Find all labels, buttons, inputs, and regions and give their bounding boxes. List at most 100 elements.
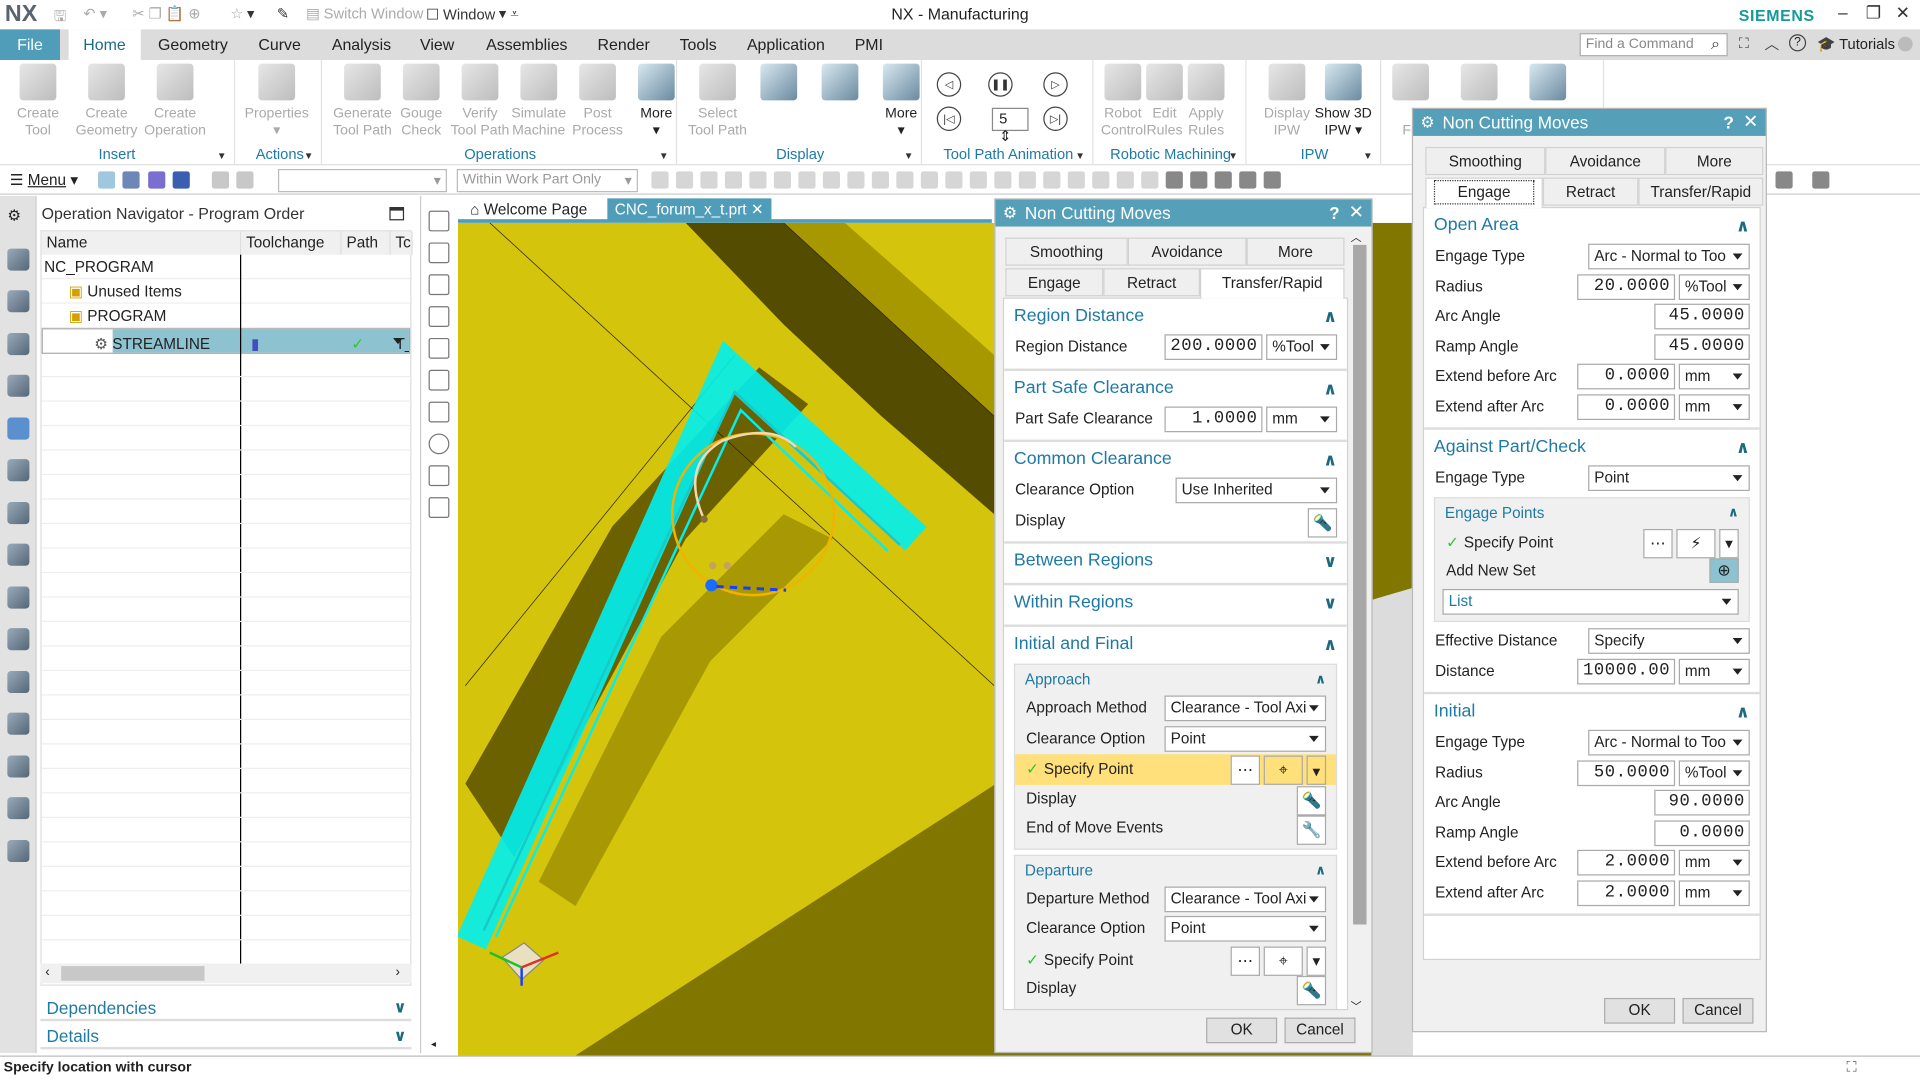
- tab-home[interactable]: Home: [68, 29, 141, 61]
- flashlight-button[interactable]: 🔦: [1296, 785, 1327, 815]
- last-frame-icon[interactable]: ▷|: [1043, 106, 1068, 132]
- chevron-up-icon[interactable]: ∧: [1323, 299, 1337, 333]
- extend-before-arc-unit-dropdown[interactable]: mm: [1678, 363, 1750, 390]
- snap-filter-icon[interactable]: [651, 171, 669, 189]
- crosshair-button[interactable]: ⌖: [1263, 945, 1303, 976]
- tab-curve[interactable]: Curve: [244, 29, 316, 60]
- snap-filter-icon[interactable]: [994, 171, 1012, 189]
- snap-filter-icon[interactable]: [1239, 171, 1257, 189]
- help-icon[interactable]: ?: [1329, 200, 1339, 227]
- tab-view[interactable]: View: [405, 29, 469, 60]
- post-process-button[interactable]: Post Process: [564, 63, 630, 140]
- animation-speed-spinner[interactable]: 5 ⇕: [991, 107, 1029, 144]
- cancel-button[interactable]: Cancel: [1284, 1017, 1356, 1044]
- snap-filter-icon[interactable]: [871, 171, 889, 189]
- scroll-left-icon[interactable]: ‹: [45, 965, 49, 980]
- extend-after-arc-unit-dropdown[interactable]: mm: [1678, 879, 1750, 906]
- create-operation-button[interactable]: Create Operation: [142, 63, 208, 140]
- arc-angle-input[interactable]: 90.0000: [1654, 789, 1750, 816]
- maximize-navigator-icon[interactable]: [389, 206, 405, 221]
- snap-filter-icon[interactable]: [773, 171, 792, 189]
- assembly-navigator-icon[interactable]: [7, 247, 30, 271]
- create-icon[interactable]: [428, 242, 450, 264]
- tab-engage[interactable]: Engage: [1005, 268, 1104, 297]
- export-icon[interactable]: [428, 337, 450, 359]
- scroll-thumb[interactable]: [1353, 244, 1367, 925]
- radius-input[interactable]: 20.0000: [1577, 273, 1676, 300]
- tab-avoidance[interactable]: Avoidance: [1545, 146, 1666, 176]
- reuse-library-icon[interactable]: [7, 543, 30, 566]
- chevron-down-icon[interactable]: ∨: [1323, 585, 1337, 619]
- table-row[interactable]: ⚙ STREAMLINE ✓ ▮ T_: [41, 328, 411, 354]
- dots-button[interactable]: ⋯: [1230, 945, 1261, 976]
- snap-filter-icon[interactable]: [749, 171, 767, 189]
- chevron-up-icon[interactable]: ∧: [1323, 442, 1337, 476]
- engage-type-dropdown[interactable]: Arc - Normal to Too: [1588, 729, 1750, 756]
- show-3d-ipw-button[interactable]: Show 3D IPW ▾: [1310, 63, 1376, 140]
- machine-tool-icon[interactable]: [428, 210, 450, 232]
- group-dropdown-icon[interactable]: ▼: [1075, 151, 1085, 162]
- open-area-header[interactable]: Open Area ∧: [1424, 208, 1760, 242]
- part-safe-clearance-input[interactable]: 1.0000: [1164, 405, 1263, 432]
- tab-part-file[interactable]: CNC_forum_x_t.prt ✕: [607, 198, 772, 221]
- collapse-left-icon[interactable]: ◂: [431, 1038, 436, 1049]
- ramp-angle-input[interactable]: 45.0000: [1654, 333, 1750, 360]
- tool-icon[interactable]: [428, 401, 450, 423]
- snap-filter-icon[interactable]: [1263, 171, 1281, 189]
- radius-unit-dropdown[interactable]: %Tool: [1678, 273, 1750, 300]
- table-row[interactable]: ▣ PROGRAM: [41, 304, 411, 329]
- chevron-up-icon[interactable]: ∧: [1323, 370, 1337, 404]
- chevron-up-icon[interactable]: ∧: [1315, 855, 1326, 884]
- tool-icon-2[interactable]: [236, 171, 254, 189]
- machining-method-view-icon[interactable]: [172, 171, 190, 189]
- scroll-thumb[interactable]: [61, 966, 205, 981]
- snap-filter-icon[interactable]: [1043, 171, 1061, 189]
- point-options-dropdown[interactable]: ▾: [1306, 945, 1327, 976]
- settings-icon[interactable]: ⚙: [7, 206, 29, 228]
- scroll-down-icon[interactable]: ﹀: [1351, 998, 1369, 1014]
- snap-filter-icon[interactable]: [1067, 171, 1085, 189]
- chevron-down-icon[interactable]: ∨: [1323, 544, 1337, 578]
- snap-filter-icon[interactable]: [1214, 171, 1232, 189]
- part-navigator-icon[interactable]: [7, 332, 30, 355]
- tab-avoidance[interactable]: Avoidance: [1127, 237, 1247, 266]
- tab-tools[interactable]: Tools: [665, 29, 732, 60]
- cancel-button[interactable]: Cancel: [1682, 997, 1754, 1024]
- web-browser-icon[interactable]: [7, 628, 30, 651]
- point-options-dropdown[interactable]: ▾: [1306, 755, 1327, 785]
- tab-application[interactable]: Application: [732, 29, 839, 60]
- column-header-tc[interactable]: Tc: [390, 231, 413, 255]
- chevron-up-icon[interactable]: ∧: [1736, 208, 1750, 242]
- tab-retract[interactable]: Retract: [1103, 268, 1201, 297]
- group-dropdown-icon[interactable]: ▼: [904, 151, 914, 162]
- chevron-up-icon[interactable]: ∧: [1736, 430, 1750, 464]
- list-dropdown[interactable]: List: [1442, 588, 1739, 615]
- machine-tool-view-icon[interactable]: [122, 171, 140, 189]
- region-distance-input[interactable]: 200.0000: [1164, 334, 1263, 361]
- snap-filter-icon[interactable]: [1141, 171, 1159, 189]
- extend-before-arc-unit-dropdown[interactable]: mm: [1678, 849, 1750, 876]
- pause-icon[interactable]: ❚❚: [988, 72, 1013, 97]
- dots-button[interactable]: ⋯: [1230, 755, 1261, 785]
- dialog-title-bar[interactable]: ⚙ Non Cutting Moves? ✕: [1413, 108, 1766, 136]
- departure-group-header[interactable]: Departure ∧: [1015, 855, 1336, 884]
- tutorials-button[interactable]: 🎓 Tutorials: [1817, 36, 1895, 53]
- tab-welcome-page[interactable]: ⌂ Welcome Page: [463, 198, 595, 220]
- table-row[interactable]: NC_PROGRAM: [41, 255, 411, 280]
- clearance-option-dropdown[interactable]: Point: [1164, 725, 1327, 752]
- snap-filter-icon[interactable]: [675, 171, 694, 189]
- initial-header[interactable]: Initial ∧: [1424, 694, 1760, 728]
- snap-filter-icon[interactable]: [945, 171, 963, 189]
- extend-after-arc-unit-dropdown[interactable]: mm: [1678, 393, 1750, 420]
- selection-scope-dropdown[interactable]: Within Work Part Only: [456, 168, 638, 193]
- item-button[interactable]: [807, 63, 873, 106]
- create-geometry-button[interactable]: Create Geometry: [73, 63, 139, 140]
- table-row[interactable]: ▣ Unused Items: [41, 279, 411, 304]
- help-icon[interactable]: ?: [1723, 109, 1733, 136]
- tab-geometry[interactable]: Geometry: [143, 29, 242, 60]
- extend-before-arc-input[interactable]: 0.0000: [1577, 363, 1676, 390]
- snap-filter-icon[interactable]: [847, 171, 865, 189]
- plus-button[interactable]: ⊕: [1709, 558, 1739, 583]
- collapse-ribbon-icon[interactable]: ︿: [1764, 33, 1779, 54]
- column-header-path[interactable]: Path: [341, 231, 391, 255]
